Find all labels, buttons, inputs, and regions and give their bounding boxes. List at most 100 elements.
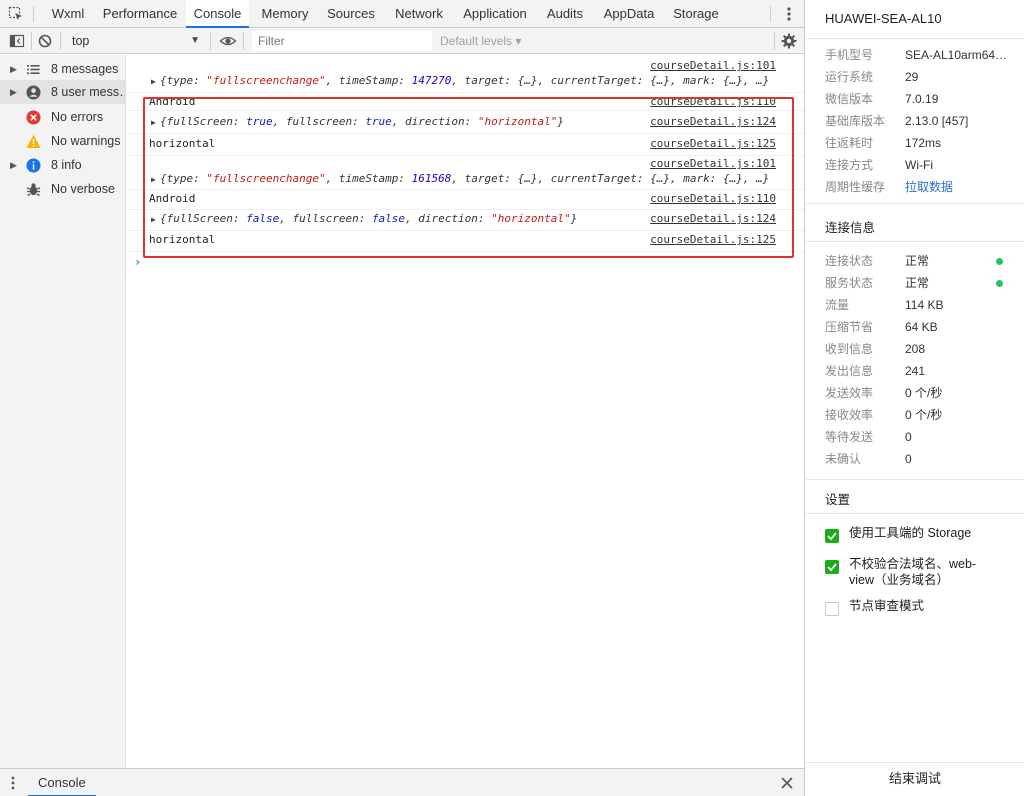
- connection-key: 接收效率: [825, 408, 874, 422]
- info-key: 微信版本: [825, 92, 874, 106]
- info-row: 连接方式 Wi-Fi: [825, 154, 1015, 176]
- source-link[interactable]: courseDetail.js:101: [650, 59, 776, 72]
- info-key: 连接方式: [825, 158, 874, 172]
- connection-row: 接收效率 0 个/秒: [825, 404, 1015, 426]
- device-name: HUAWEI-SEA-AL10: [825, 11, 942, 26]
- info-row: 微信版本 7.0.19: [825, 88, 1015, 110]
- connection-value: 0: [905, 430, 912, 444]
- connection-key: 服务状态: [825, 276, 874, 290]
- connection-row: 连接状态 正常: [825, 250, 1015, 272]
- filter-input[interactable]: [252, 31, 432, 51]
- connection-key: 发送效率: [825, 386, 874, 400]
- inspect-element-icon[interactable]: [8, 6, 24, 22]
- expand-arrow-icon: ▶: [10, 87, 17, 97]
- info-value: 29: [905, 70, 919, 84]
- sidebar-item-label: No errors: [51, 110, 104, 124]
- settings-section-title: 设置: [825, 493, 851, 507]
- log-object[interactable]: {type: "fullscreenchange", timeStamp: 14…: [160, 74, 769, 87]
- connection-key: 连接状态: [825, 254, 874, 268]
- toolbar-separator: [243, 32, 244, 50]
- devtools-pane: Wxml Performance Console Memory Sources …: [0, 0, 805, 796]
- toolbar-separator: [210, 32, 211, 50]
- sidebar-item-user-messages[interactable]: ▶ 8 user mess…: [0, 80, 125, 104]
- dropdown-caret-icon: ▼: [190, 35, 200, 46]
- tab-storage[interactable]: Storage: [670, 0, 722, 28]
- console-output: courseDetail.js:101 ▶ {type: "fullscreen…: [127, 55, 804, 768]
- tab-audits[interactable]: Audits: [544, 0, 586, 28]
- live-expression-eye-icon[interactable]: [219, 32, 237, 50]
- connection-row: 等待发送 0: [825, 426, 1015, 448]
- tab-wxml[interactable]: Wxml: [44, 0, 92, 28]
- fetch-data-link[interactable]: 拉取数据: [905, 176, 953, 198]
- log-levels-label: Default levels: [440, 34, 513, 48]
- info-value: 2.13.0 [457]: [905, 114, 969, 128]
- tab-network[interactable]: Network: [389, 0, 449, 28]
- sidebar-item-warnings[interactable]: No warnings: [0, 129, 125, 153]
- expand-arrow-icon[interactable]: ▶: [151, 77, 156, 86]
- console-toolbar: top ▼ Default levels ▾: [0, 28, 804, 54]
- connection-value: 208: [905, 342, 926, 356]
- info-row: 运行系统 29: [825, 66, 1015, 88]
- tab-application[interactable]: Application: [460, 0, 530, 28]
- connection-section-title: 连接信息: [825, 221, 876, 235]
- info-row: 手机型号 SEA-AL10arm64-…: [825, 44, 1015, 66]
- checkmark-icon: [827, 532, 837, 541]
- connection-row: 服务状态 正常: [825, 272, 1015, 294]
- domain-check-checkbox[interactable]: [825, 560, 839, 574]
- sidebar-item-label: 8 user mess…: [51, 85, 125, 99]
- divider: [806, 203, 1024, 204]
- info-icon: [26, 158, 41, 173]
- log-token: {type:: [160, 74, 207, 87]
- connection-row: 未确认 0: [825, 448, 1015, 470]
- expand-arrow-icon: ▶: [10, 64, 17, 74]
- connection-row: 发送效率 0 个/秒: [825, 382, 1015, 404]
- log-levels-dropdown[interactable]: Default levels ▾: [440, 31, 521, 51]
- sidebar-toggle-icon[interactable]: [8, 32, 26, 50]
- info-key: 运行系统: [825, 70, 874, 84]
- connection-row: 压缩节省 64 KB: [825, 316, 1015, 338]
- storage-checkbox[interactable]: [825, 529, 839, 543]
- status-dot-icon: [996, 258, 1003, 265]
- user-icon: [26, 85, 41, 100]
- connection-row: 发出信息 241: [825, 360, 1015, 382]
- tab-performance[interactable]: Performance: [98, 0, 182, 28]
- info-value: 7.0.19: [905, 92, 939, 106]
- info-key: 往返耗时: [825, 136, 874, 150]
- tab-sources[interactable]: Sources: [324, 0, 378, 28]
- console-row: courseDetail.js:101 ▶ {type: "fullscreen…: [127, 55, 804, 93]
- settings-gear-icon[interactable]: [780, 32, 798, 50]
- tab-memory[interactable]: Memory: [256, 0, 314, 28]
- sidebar-item-verbose[interactable]: No verbose: [0, 177, 125, 201]
- console-prompt[interactable]: ›: [134, 255, 141, 269]
- connection-value: 0 个/秒: [905, 386, 943, 400]
- sidebar-item-messages[interactable]: ▶ 8 messages: [0, 57, 125, 81]
- sidebar-item-errors[interactable]: No errors: [0, 105, 125, 129]
- drawer-menu-icon[interactable]: [10, 775, 16, 791]
- info-key: 周期性缓存: [825, 180, 886, 194]
- info-value: Wi-Fi: [905, 158, 933, 172]
- more-options-icon[interactable]: [782, 5, 796, 23]
- end-debug-button[interactable]: 结束调试: [806, 762, 1024, 794]
- connection-value: 正常: [905, 254, 930, 268]
- tab-appdata[interactable]: AppData: [600, 0, 658, 28]
- context-selector[interactable]: top ▼: [64, 31, 206, 51]
- tab-console[interactable]: Console: [186, 0, 249, 28]
- log-token: , target: {…}, currentTarget: {…}, mark:…: [451, 74, 770, 87]
- status-dot-icon: [996, 280, 1003, 287]
- node-inspect-checkbox[interactable]: [825, 602, 839, 616]
- clear-console-icon[interactable]: [36, 32, 54, 50]
- dropdown-caret-icon: ▾: [515, 34, 522, 48]
- sidebar-item-info[interactable]: ▶ 8 info: [0, 153, 125, 177]
- connection-value: 正常: [905, 276, 930, 290]
- connection-row: 收到信息 208: [825, 338, 1015, 360]
- list-icon: [27, 65, 40, 74]
- bug-icon: [26, 183, 41, 197]
- divider: [806, 38, 1024, 39]
- sidebar-item-label: 8 messages: [51, 62, 119, 76]
- warning-icon: [26, 134, 41, 148]
- toolbar-separator: [31, 32, 32, 50]
- close-icon[interactable]: [780, 776, 794, 790]
- sidebar-item-label: No verbose: [51, 182, 115, 196]
- drawer-tab-console[interactable]: Console: [28, 769, 96, 796]
- connection-key: 压缩节省: [825, 320, 874, 334]
